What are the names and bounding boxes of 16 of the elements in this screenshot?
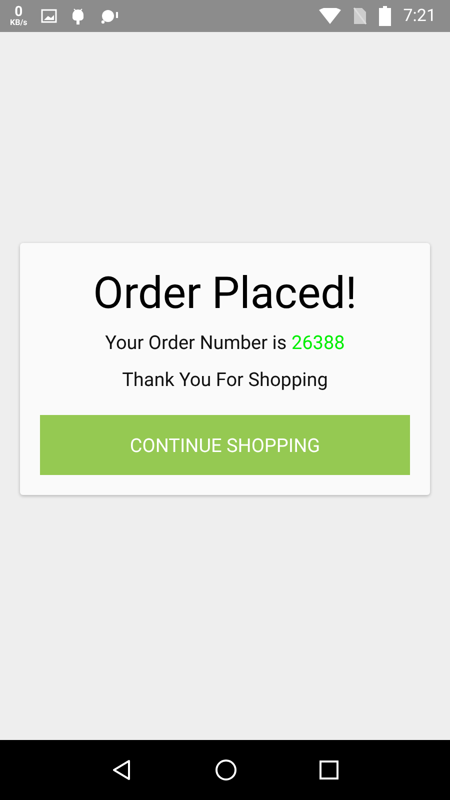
recents-icon[interactable] — [319, 760, 339, 780]
thank-you-message: Thank You For Shopping — [122, 368, 328, 392]
robot-icon — [71, 7, 86, 25]
wifi-icon — [319, 8, 342, 24]
chat-bubble-icon — [99, 8, 120, 24]
home-icon[interactable] — [215, 759, 237, 781]
clock-time: 7:21 — [403, 6, 436, 26]
image-icon — [41, 9, 58, 23]
back-icon[interactable] — [111, 759, 133, 781]
continue-shopping-button[interactable]: CONTINUE SHOPPING — [40, 415, 410, 476]
battery-icon — [379, 6, 392, 26]
no-sim-icon — [353, 7, 368, 25]
order-number-message: Your Order Number is 26388 — [105, 331, 345, 354]
network-speed-unit: KB/s — [10, 19, 28, 27]
network-speed-value: 0 — [14, 5, 23, 19]
dialog-title: Order Placed! — [93, 268, 357, 318]
